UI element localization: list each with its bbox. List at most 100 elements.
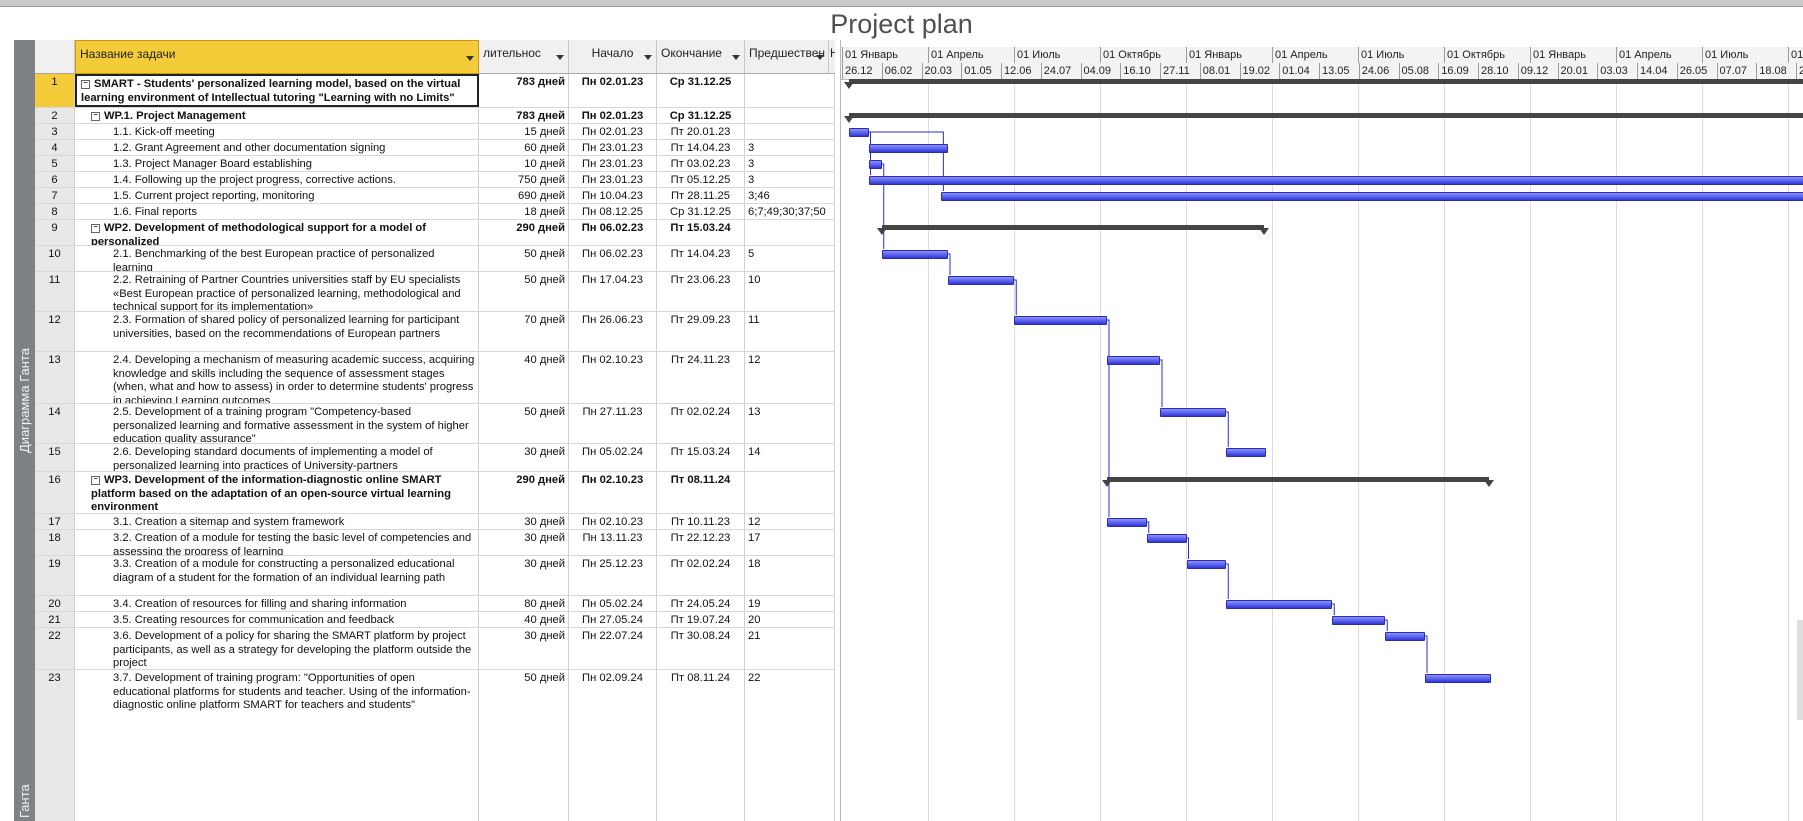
task-duration[interactable]: 10 дней <box>479 156 569 171</box>
task-bar[interactable] <box>868 160 882 169</box>
task-bar[interactable] <box>1107 356 1161 365</box>
task-bar[interactable] <box>868 176 1803 185</box>
task-end[interactable]: Пт 24.11.23 <box>657 352 745 403</box>
task-end[interactable]: Пт 03.02.23 <box>657 156 745 171</box>
task-duration[interactable]: 30 дней <box>479 514 569 529</box>
task-row[interactable]: 17 3.1. Creation a sitemap and system fra… <box>35 514 835 530</box>
task-row[interactable]: 8 1.6. Final reports 18 дней Пн 08.12.25 Ср … <box>35 204 835 220</box>
task-predecessors[interactable]: 19 <box>745 596 835 611</box>
task-name-cell[interactable]: 2.4. Developing a mechanism of measuring… <box>75 352 479 403</box>
task-duration[interactable]: 290 дней <box>479 220 569 245</box>
header-task-name[interactable]: Название задачи <box>75 40 479 74</box>
task-name-cell[interactable]: 1.3. Project Manager Board establishing <box>75 156 479 171</box>
row-number[interactable]: 13 <box>35 352 75 403</box>
row-number[interactable]: 17 <box>35 514 75 529</box>
task-predecessors[interactable]: 20 <box>745 612 835 627</box>
view-bar[interactable]: Диаграмма Ганта Ганта <box>14 40 35 821</box>
task-name-cell[interactable]: 3.2. Creation of a module for testing th… <box>75 530 479 555</box>
task-end[interactable]: Пт 10.11.23 <box>657 514 745 529</box>
task-duration[interactable]: 70 дней <box>479 312 569 351</box>
task-end[interactable]: Пт 15.03.24 <box>657 220 745 245</box>
task-end[interactable]: Пт 14.04.23 <box>657 246 745 271</box>
task-row[interactable]: 20 3.4. Creation of resources for filling… <box>35 596 835 612</box>
task-row[interactable]: 19 3.3. Creation of a module for construc… <box>35 556 835 596</box>
task-predecessors[interactable]: 3 <box>745 156 835 171</box>
task-bar[interactable] <box>941 192 1803 201</box>
task-start[interactable]: Пн 26.06.23 <box>569 312 657 351</box>
task-predecessors[interactable]: 3;46 <box>745 188 835 203</box>
task-name-cell[interactable]: 2.3. Formation of shared policy of perso… <box>75 312 479 351</box>
row-number[interactable]: 3 <box>35 124 75 139</box>
row-number[interactable]: 14 <box>35 404 75 443</box>
task-name-cell[interactable]: 1.1. Kick-off meeting <box>75 124 479 139</box>
task-predecessors[interactable]: 22 <box>745 670 835 821</box>
task-predecessors[interactable] <box>745 108 835 123</box>
task-row[interactable]: 21 3.5. Creating resources for communicat… <box>35 612 835 628</box>
task-bar[interactable] <box>1014 316 1108 325</box>
header-extra[interactable]: Н <box>829 40 835 74</box>
task-bar[interactable] <box>1425 674 1492 683</box>
task-name-cell[interactable]: 3.3. Creation of a module for constructi… <box>75 556 479 595</box>
task-start[interactable]: Пн 27.11.23 <box>569 404 657 443</box>
task-name-cell[interactable]: 3.7. Development of training program: "O… <box>75 670 479 821</box>
task-name-cell[interactable]: 3.4. Creation of resources for filling a… <box>75 596 479 611</box>
task-start[interactable]: Пн 08.12.25 <box>569 204 657 219</box>
task-row[interactable]: 10 2.1. Benchmarking of the best European… <box>35 246 835 272</box>
task-duration[interactable]: 50 дней <box>479 670 569 821</box>
task-name-cell[interactable]: 2.1. Benchmarking of the best European p… <box>75 246 479 271</box>
task-end[interactable]: Пт 28.11.25 <box>657 188 745 203</box>
task-bar[interactable] <box>848 128 869 137</box>
task-duration[interactable]: 40 дней <box>479 352 569 403</box>
task-predecessors[interactable]: 11 <box>745 312 835 351</box>
task-predecessors[interactable] <box>745 472 835 513</box>
task-row[interactable]: 14 2.5. Development of a training program… <box>35 404 835 444</box>
task-duration[interactable]: 60 дней <box>479 140 569 155</box>
header-duration[interactable]: лительнос <box>479 40 569 74</box>
header-start[interactable]: Начало <box>569 40 657 74</box>
task-row[interactable]: 11 2.2. Retraining of Partner Countries u… <box>35 272 835 312</box>
task-end[interactable]: Пт 08.11.24 <box>657 670 745 821</box>
task-bar[interactable] <box>868 144 949 153</box>
task-row[interactable]: 22 3.6. Development of a policy for shari… <box>35 628 835 670</box>
row-number[interactable]: 1 <box>35 74 75 107</box>
header-end[interactable]: Окончание <box>657 40 745 74</box>
task-end[interactable]: Пт 14.04.23 <box>657 140 745 155</box>
task-end[interactable]: Ср 31.12.25 <box>657 204 745 219</box>
task-end[interactable]: Пт 15.03.24 <box>657 444 745 471</box>
task-row[interactable]: 1− SMART - Students' personalized learnin… <box>35 74 835 108</box>
chevron-down-icon[interactable] <box>732 55 740 60</box>
task-predecessors[interactable]: 12 <box>745 514 835 529</box>
task-name-cell[interactable]: 1.6. Final reports <box>75 204 479 219</box>
task-end[interactable]: Пт 30.08.24 <box>657 628 745 669</box>
chevron-down-icon[interactable] <box>816 55 824 60</box>
row-number[interactable]: 8 <box>35 204 75 219</box>
task-predecessors[interactable]: 14 <box>745 444 835 471</box>
row-number[interactable]: 6 <box>35 172 75 187</box>
task-duration[interactable]: 690 дней <box>479 188 569 203</box>
task-duration[interactable]: 30 дней <box>479 628 569 669</box>
task-duration[interactable]: 783 дней <box>479 74 569 107</box>
task-end[interactable]: Пт 23.06.23 <box>657 272 745 311</box>
task-duration[interactable]: 30 дней <box>479 530 569 555</box>
task-predecessors[interactable]: 3 <box>745 172 835 187</box>
task-row[interactable]: 13 2.4. Developing a mechanism of measuri… <box>35 352 835 404</box>
task-bar[interactable] <box>1385 632 1426 641</box>
task-duration[interactable]: 50 дней <box>479 404 569 443</box>
row-number[interactable]: 19 <box>35 556 75 595</box>
task-name-cell[interactable]: 2.2. Retraining of Partner Countries uni… <box>75 272 479 311</box>
task-start[interactable]: Пн 25.12.23 <box>569 556 657 595</box>
task-duration[interactable]: 18 дней <box>479 204 569 219</box>
row-number[interactable]: 20 <box>35 596 75 611</box>
task-name-cell[interactable]: − WP.1. Project Management <box>75 108 479 123</box>
task-row[interactable]: 18 3.2. Creation of a module for testing … <box>35 530 835 556</box>
task-name-cell[interactable]: 3.1. Creation a sitemap and system frame… <box>75 514 479 529</box>
row-number[interactable]: 11 <box>35 272 75 311</box>
row-number[interactable]: 7 <box>35 188 75 203</box>
task-name-cell[interactable]: 1.2. Grant Agreement and other documenta… <box>75 140 479 155</box>
gantt-chart[interactable]: 01 Январь 01 Апрель 01 Июль 01 Октябрь 01 Ян… <box>840 40 1803 821</box>
task-bar[interactable] <box>1160 408 1227 417</box>
collapse-toggle-icon[interactable]: − <box>81 80 90 89</box>
task-bar[interactable] <box>1332 616 1386 625</box>
task-name-cell[interactable]: 3.6. Development of a policy for sharing… <box>75 628 479 669</box>
task-start[interactable]: Пн 23.01.23 <box>569 172 657 187</box>
